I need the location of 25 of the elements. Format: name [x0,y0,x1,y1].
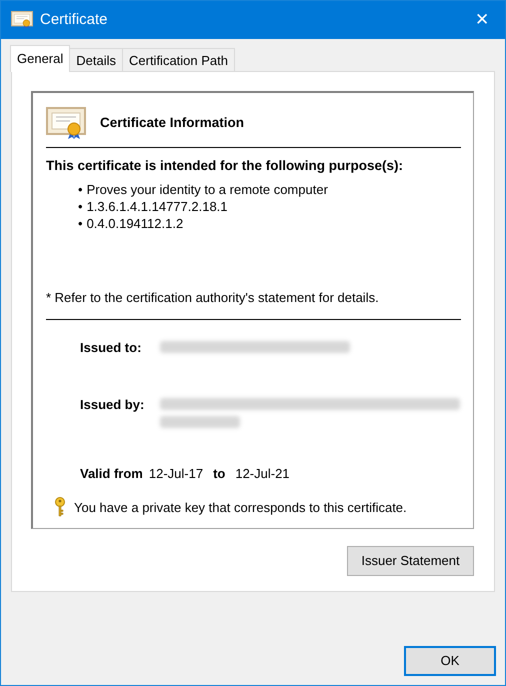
date-text: 12-Jul-17 [148,464,204,483]
field-label: Issued by: [80,396,146,414]
certificate-icon [11,11,33,29]
purpose-title: This certificate is intended for the following purpose(s): [46,157,404,175]
bullet-text: • [78,198,83,216]
bullet-text: • [78,181,83,198]
note-text: * Refer to the certification authority's statement for details. [46,288,461,320]
purpose-item: 1.3.6.1.4.1.14777.2.18.1 [86,198,228,216]
close-button[interactable]: ✕ [459,1,505,39]
window-title: Certificate [40,10,109,30]
section-heading: Certificate Information [100,114,244,132]
field-label: Issued to: [80,338,142,357]
tab[interactable]: Certification Path [122,48,235,72]
tab[interactable]: General [10,45,70,72]
purpose-item: 0.4.0.194112.1.2 [86,215,184,232]
issuer-statement-button[interactable]: Issuer Statement [347,546,474,576]
date-text: 12-Jul-21 [235,464,290,483]
certificate-icon [46,107,86,139]
field-label: Valid from [80,464,143,483]
purpose-item: Proves your identity to a remote computer [86,181,328,198]
key-icon [54,497,66,518]
field-label: to [213,464,226,483]
ok-button[interactable]: OK [404,646,496,676]
private-key-text: You have a private key that corresponds to this certificate. [74,498,407,517]
bullet-text: • [78,215,83,232]
